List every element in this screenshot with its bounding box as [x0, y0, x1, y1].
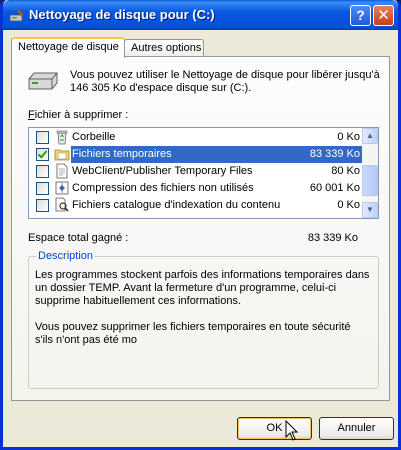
list-item[interactable]: Compression des fichiers non utilisés 60…	[29, 180, 364, 197]
description-paragraph: Vous pouvez supprimer les fichiers tempo…	[35, 321, 351, 346]
list-item-name: Fichiers catalogue d'indexation du conte…	[72, 199, 281, 211]
mouse-cursor-icon	[285, 420, 299, 441]
tab-disk-cleanup[interactable]: Nettoyage de disque	[11, 37, 125, 58]
list-item[interactable]: WebClient/Publisher Temporary Files 80 K…	[29, 163, 364, 180]
list-item[interactable]: Fichiers temporaires 83 339 Ko	[29, 146, 365, 163]
list-item-size: 80 Ko	[331, 165, 360, 177]
checkbox[interactable]	[36, 131, 49, 144]
total-space-value: 83 339 Ko	[307, 232, 358, 244]
list-item-size: 0 Ko	[337, 131, 360, 143]
hard-drive-icon	[28, 72, 58, 90]
description-title: Description	[36, 250, 96, 262]
window-title: Nettoyage de disque pour (C:)	[29, 7, 215, 22]
total-space-label: Espace total gagné :	[28, 232, 129, 244]
tab-panel: Vous pouvez utiliser le Nettoyage de dis…	[11, 56, 390, 401]
list-item-size: 83 339 Ko	[309, 146, 364, 163]
checkbox[interactable]	[36, 165, 49, 178]
help-button[interactable]: ?	[350, 5, 371, 26]
close-button[interactable]: ✕	[373, 5, 394, 26]
document-icon	[56, 163, 68, 179]
folder-icon	[54, 149, 70, 161]
tab-more-options[interactable]: Autres options	[124, 39, 204, 56]
list-item-size: 0 Ko	[337, 199, 360, 211]
list-item-name: Corbeille	[72, 131, 116, 143]
description-paragraph: Les programmes stockent parfois des info…	[35, 269, 370, 307]
compressed-icon	[55, 181, 69, 195]
description-group: Description Les programmes stockent parf…	[28, 250, 379, 389]
description-text: Les programmes stockent parfois des info…	[35, 269, 371, 360]
list-item-size: 60 001 Ko	[309, 182, 360, 194]
checkbox[interactable]	[36, 199, 49, 212]
disk-cleanup-dialog: Nettoyage de disque pour (C:) ? ✕ Nettoy…	[0, 0, 401, 450]
files-label-rest: ichier à supprimer :	[34, 109, 129, 121]
scroll-down-icon[interactable]: ▼	[362, 202, 378, 218]
recycle-bin-icon	[56, 130, 68, 145]
list-scrollbar[interactable]: ▲ ▼	[362, 128, 378, 218]
title-bar[interactable]: Nettoyage de disque pour (C:) ? ✕	[3, 0, 398, 30]
checkbox[interactable]	[36, 182, 49, 195]
disk-cleanup-icon	[9, 8, 25, 22]
list-item[interactable]: Fichiers catalogue d'indexation du conte…	[29, 197, 364, 214]
files-listbox[interactable]: Corbeille 0 Ko Fichiers temporaires 83 3…	[28, 127, 379, 219]
list-item[interactable]: Corbeille 0 Ko	[29, 129, 364, 146]
files-to-delete-label: Fichier à supprimer :	[28, 109, 129, 121]
scroll-thumb[interactable]	[362, 165, 378, 196]
list-item-name: WebClient/Publisher Temporary Files	[72, 165, 253, 177]
search-index-icon	[55, 197, 69, 212]
checkbox[interactable]	[36, 148, 49, 161]
intro-text: Vous pouvez utiliser le Nettoyage de dis…	[70, 69, 380, 94]
cancel-button[interactable]: Annuler	[319, 417, 394, 440]
scroll-up-icon[interactable]: ▲	[362, 128, 378, 144]
